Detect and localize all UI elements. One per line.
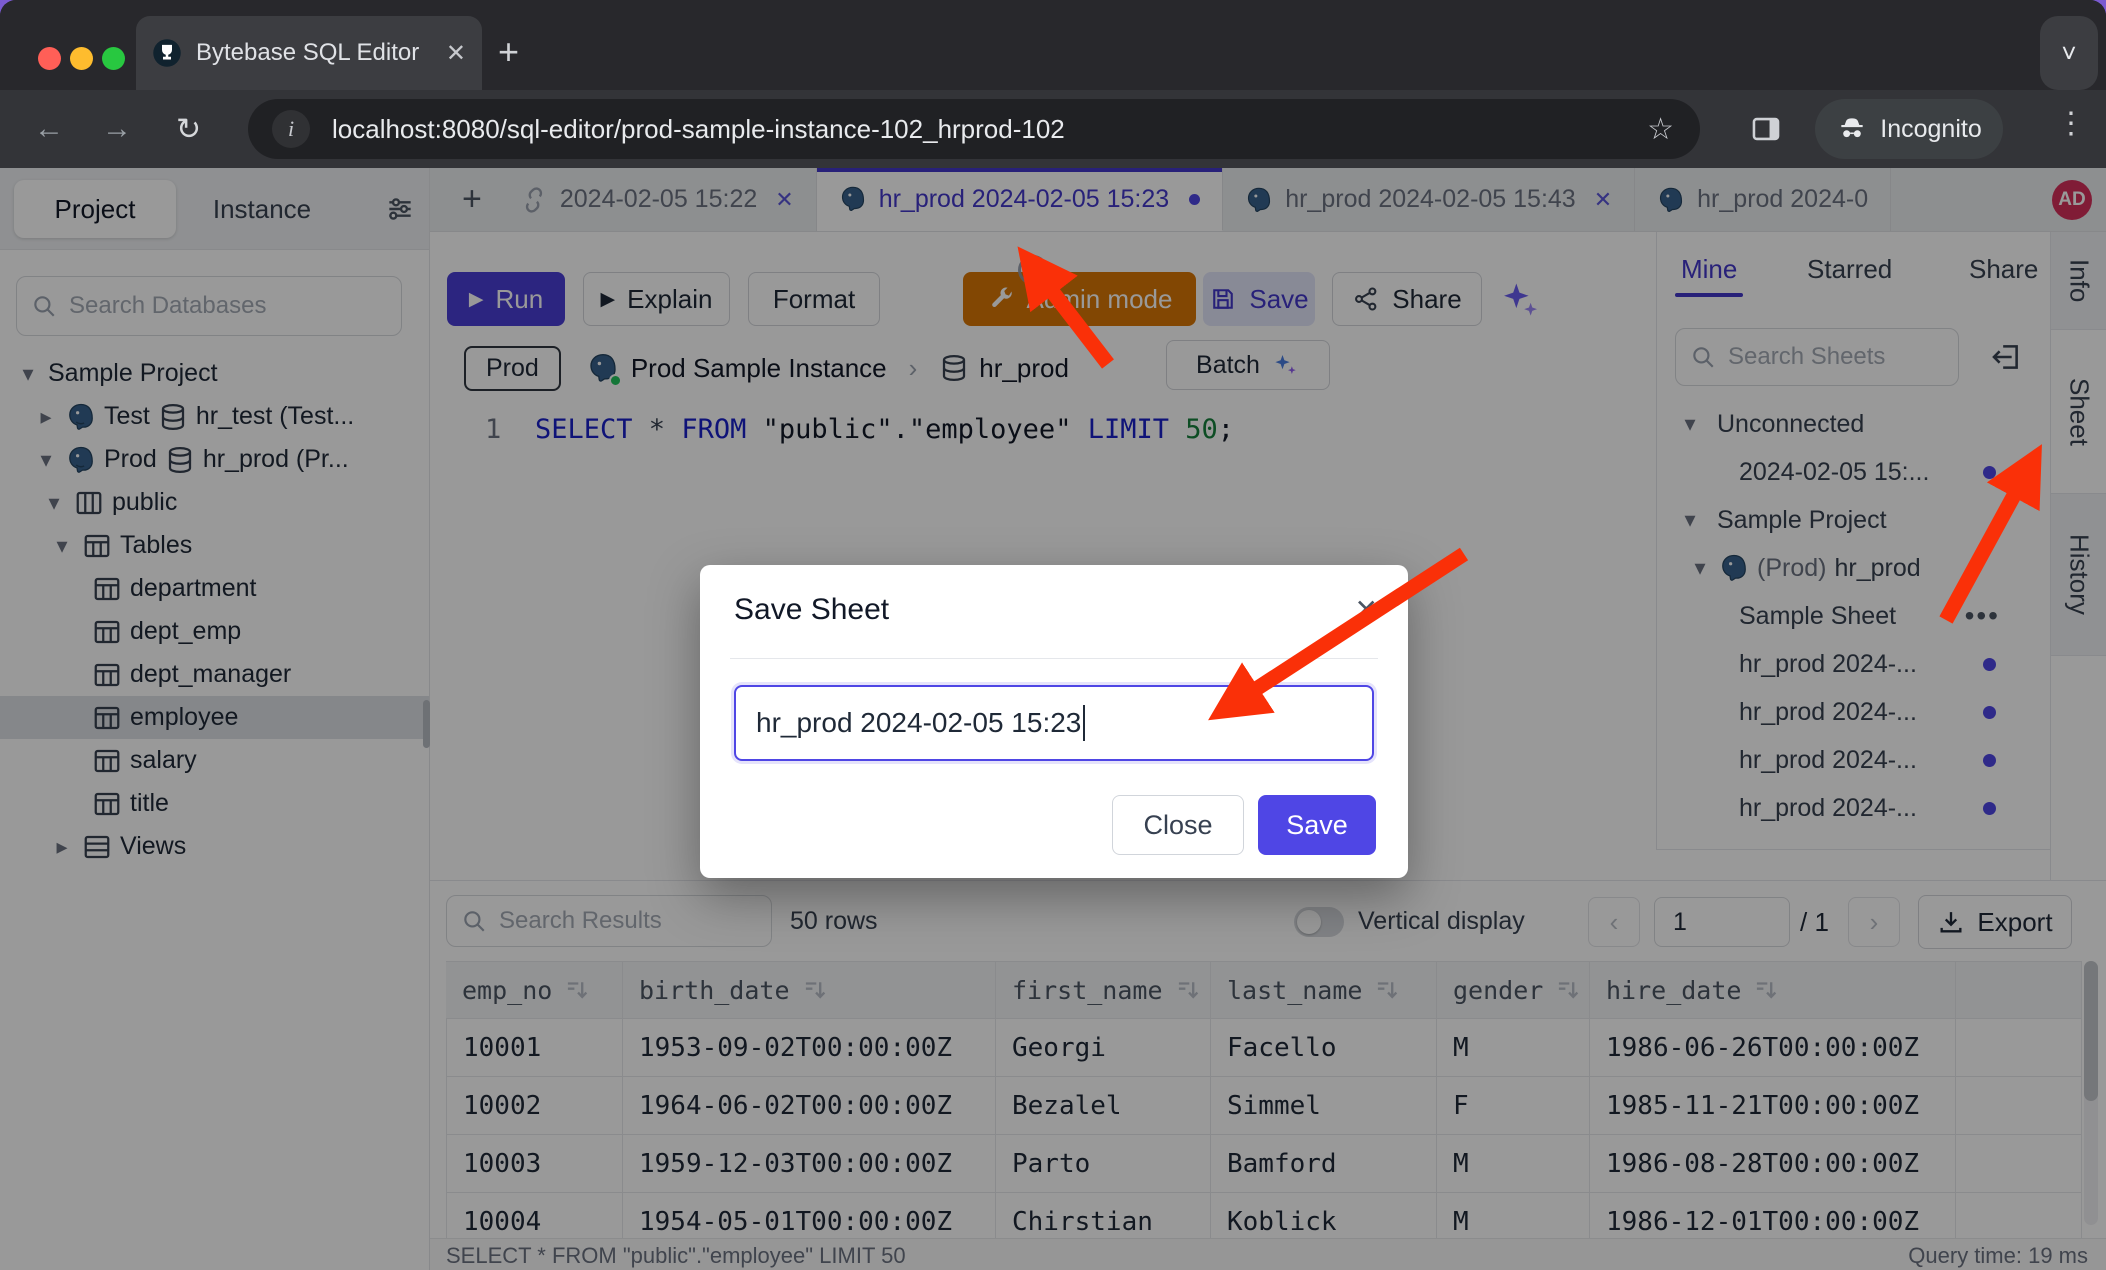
sheet-name-value: hr_prod 2024-02-05 15:23	[756, 707, 1081, 739]
reload-icon[interactable]: ↻	[176, 112, 201, 147]
site-info-icon[interactable]: i	[272, 110, 310, 148]
window-close-button[interactable]	[38, 47, 61, 70]
browser-titlebar: Bytebase SQL Editor ✕ + ˅	[0, 0, 2106, 90]
bookmark-star-icon[interactable]: ☆	[1647, 112, 1674, 147]
forward-icon[interactable]: →	[102, 112, 132, 146]
browser-tab[interactable]: Bytebase SQL Editor ✕	[136, 16, 482, 90]
browser-tab-title: Bytebase SQL Editor	[196, 39, 432, 67]
browser-navbar: ← → ↻ i localhost:8080/sql-editor/prod-s…	[0, 90, 2106, 168]
text-caret	[1083, 705, 1085, 741]
screenshot-root: Bytebase SQL Editor ✕ + ˅ ← → ↻ i localh…	[0, 0, 2106, 1270]
dialog-close-icon[interactable]: ✕	[1355, 593, 1378, 626]
address-bar[interactable]: i localhost:8080/sql-editor/prod-sample-…	[248, 99, 1700, 159]
incognito-icon	[1836, 113, 1868, 145]
bytebase-favicon	[152, 38, 182, 68]
save-sheet-dialog: Save Sheet ✕ hr_prod 2024-02-05 15:23 Cl…	[700, 565, 1408, 878]
back-icon[interactable]: ←	[34, 112, 64, 146]
window-minimize-button[interactable]	[70, 47, 93, 70]
url-text: localhost:8080/sql-editor/prod-sample-in…	[332, 114, 1647, 145]
incognito-badge: Incognito	[1815, 99, 2003, 159]
window-zoom-button[interactable]	[102, 47, 125, 70]
browser-tab-close-icon[interactable]: ✕	[446, 39, 466, 68]
dialog-save-button[interactable]: Save	[1258, 795, 1376, 855]
side-panel-icon[interactable]	[1748, 112, 1784, 146]
new-tab-button[interactable]: +	[498, 34, 519, 70]
dialog-close-button[interactable]: Close	[1112, 795, 1244, 855]
dialog-title: Save Sheet	[734, 593, 889, 627]
tab-search-button[interactable]: ˅	[2040, 16, 2098, 90]
browser-window: Bytebase SQL Editor ✕ + ˅ ← → ↻ i localh…	[0, 0, 2106, 1270]
sheet-name-input[interactable]: hr_prod 2024-02-05 15:23	[734, 685, 1374, 761]
browser-menu-icon[interactable]: ⋮	[2056, 106, 2086, 141]
incognito-label: Incognito	[1880, 115, 1981, 144]
